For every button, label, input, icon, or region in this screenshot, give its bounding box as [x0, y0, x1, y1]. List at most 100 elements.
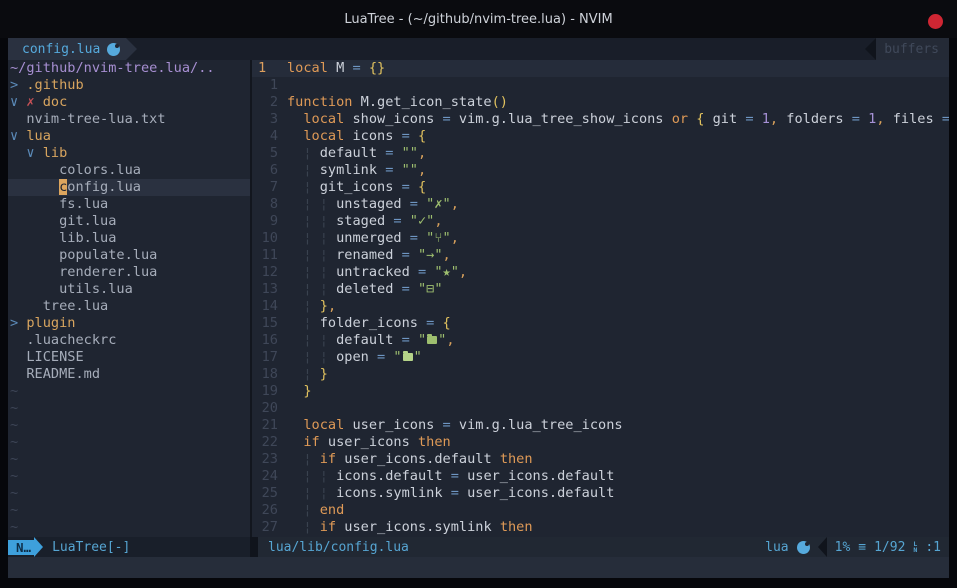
token: [312, 179, 320, 195]
code-line[interactable]: 8 ¦ ¦ unstaged = "✗",: [252, 196, 949, 213]
line-number: 23: [252, 451, 278, 468]
token: [410, 281, 418, 297]
code-line[interactable]: 25 ¦ ¦ icons.symlink = user_icons.defaul…: [252, 485, 949, 502]
token: [287, 128, 303, 144]
token: ,: [443, 247, 451, 263]
token: [312, 145, 320, 161]
line-number: 26: [252, 502, 278, 519]
tree-item[interactable]: README.md: [8, 366, 250, 383]
tree-item[interactable]: tree.lua: [8, 298, 250, 315]
tree-item[interactable]: ~/github/nvim-tree.lua/..: [8, 60, 250, 77]
token: [410, 247, 418, 263]
code-line[interactable]: 2function M.get_icon_state(): [252, 94, 949, 111]
token: [287, 315, 303, 331]
code-line[interactable]: 5 ¦ default = "",: [252, 145, 949, 162]
token: [287, 417, 303, 433]
tree-item[interactable]: lib.lua: [8, 230, 250, 247]
line-number: 14: [252, 298, 278, 315]
token: [10, 145, 26, 161]
code-line[interactable]: 7 ¦ git_icons = {: [252, 179, 949, 196]
file-tree[interactable]: ~/github/nvim-tree.lua/..> .github∨ ✗ do…: [8, 60, 250, 537]
tree-item[interactable]: LICENSE: [8, 349, 250, 366]
code-line[interactable]: 1: [252, 77, 949, 94]
code-line[interactable]: 21 local user_icons = vim.g.lua_tree_ico…: [252, 417, 949, 434]
code-line-text: local icons = {: [287, 128, 949, 145]
tree-window-title: LuaTree[-]: [52, 540, 130, 555]
token: unstaged: [336, 196, 410, 212]
token: =: [393, 213, 401, 229]
token: fs.lua: [59, 196, 108, 212]
token: [328, 230, 336, 246]
token: [287, 247, 303, 263]
token: .luacheckrc: [26, 332, 116, 348]
code-buffer[interactable]: 1local M = {}12function M.get_icon_state…: [252, 60, 949, 537]
code-line[interactable]: 19 }: [252, 383, 949, 400]
tree-item[interactable]: config.lua: [8, 179, 250, 196]
tree-item[interactable]: ∨ lib: [8, 145, 250, 162]
mode-label: N…: [16, 540, 31, 555]
tree-item[interactable]: populate.lua: [8, 247, 250, 264]
token: [312, 502, 320, 518]
code-line[interactable]: 6 ¦ symlink = "",: [252, 162, 949, 179]
tab-label: config.lua: [22, 42, 100, 57]
code-line-text: ¦ if user_icons.default then: [287, 451, 949, 468]
token: M: [328, 60, 353, 76]
tree-item[interactable]: > .github: [8, 77, 250, 94]
code-line[interactable]: 23 ¦ if user_icons.default then: [252, 451, 949, 468]
close-button-icon[interactable]: [928, 14, 943, 29]
token: [328, 468, 336, 484]
token: icons.symlink: [336, 485, 451, 501]
tree-item[interactable]: git.lua: [8, 213, 250, 230]
tree-item[interactable]: renderer.lua: [8, 264, 250, 281]
token: =: [451, 468, 459, 484]
code-line[interactable]: 22 if user_icons then: [252, 434, 949, 451]
tree-item[interactable]: nvim-tree-lua.txt: [8, 111, 250, 128]
tree-item[interactable]: ∨ lua: [8, 128, 250, 145]
line-number: 22: [252, 434, 278, 451]
code-line[interactable]: 1local M = {}: [252, 60, 949, 77]
command-line[interactable]: [8, 557, 949, 578]
tree-item[interactable]: .luacheckrc: [8, 332, 250, 349]
code-line[interactable]: 26 ¦ end: [252, 502, 949, 519]
token: ¦: [303, 315, 311, 331]
token: "": [402, 162, 418, 178]
code-line[interactable]: 17 ¦ ¦ open = "": [252, 349, 949, 366]
code-line-text: ¦ folder_icons = {: [287, 315, 949, 332]
code-line[interactable]: 14 ¦ },: [252, 298, 949, 315]
code-line[interactable]: 3 local show_icons = vim.g.lua_tree_show…: [252, 111, 949, 128]
token: then: [500, 451, 533, 467]
tree-item[interactable]: ∨ ✗ doc: [8, 94, 250, 111]
token: }: [320, 298, 328, 314]
code-line[interactable]: 9 ¦ ¦ staged = "✓",: [252, 213, 949, 230]
folder-closed-icon: [427, 336, 437, 344]
code-line[interactable]: 20: [252, 400, 949, 417]
code-line[interactable]: 13 ¦ ¦ deleted = "⊟": [252, 281, 949, 298]
code-line[interactable]: 4 local icons = {: [252, 128, 949, 145]
token: git: [704, 111, 745, 127]
token: ,: [451, 196, 459, 212]
statusline-separator: [250, 537, 258, 557]
code-line[interactable]: 10 ¦ ¦ unmerged = "⑂",: [252, 230, 949, 247]
token: [393, 162, 401, 178]
buffers-segment[interactable]: buffers: [876, 38, 949, 60]
tree-item[interactable]: colors.lua: [8, 162, 250, 179]
tab-config-lua[interactable]: config.lua: [8, 38, 126, 60]
code-line[interactable]: 27 ¦ if user_icons.symlink then: [252, 519, 949, 536]
code-line[interactable]: 16 ¦ ¦ default = "",: [252, 332, 949, 349]
token: [10, 111, 26, 127]
code-line[interactable]: 15 ¦ folder_icons = {: [252, 315, 949, 332]
token: untracked: [336, 264, 418, 280]
code-line-text: [287, 400, 949, 417]
tree-item[interactable]: > plugin: [8, 315, 250, 332]
tree-item[interactable]: utils.lua: [8, 281, 250, 298]
lua-icon: [107, 43, 120, 56]
code-line[interactable]: 24 ¦ ¦ icons.default = user_icons.defaul…: [252, 468, 949, 485]
token: [10, 281, 59, 297]
mode-powerline-arrow-icon: [34, 537, 43, 557]
code-line[interactable]: 18 ¦ }: [252, 366, 949, 383]
lines-icon: ≡: [858, 540, 866, 555]
code-line[interactable]: 11 ¦ ¦ renamed = "→",: [252, 247, 949, 264]
token: user_icons: [320, 434, 418, 450]
tree-item[interactable]: fs.lua: [8, 196, 250, 213]
code-line[interactable]: 12 ¦ ¦ untracked = "★",: [252, 264, 949, 281]
